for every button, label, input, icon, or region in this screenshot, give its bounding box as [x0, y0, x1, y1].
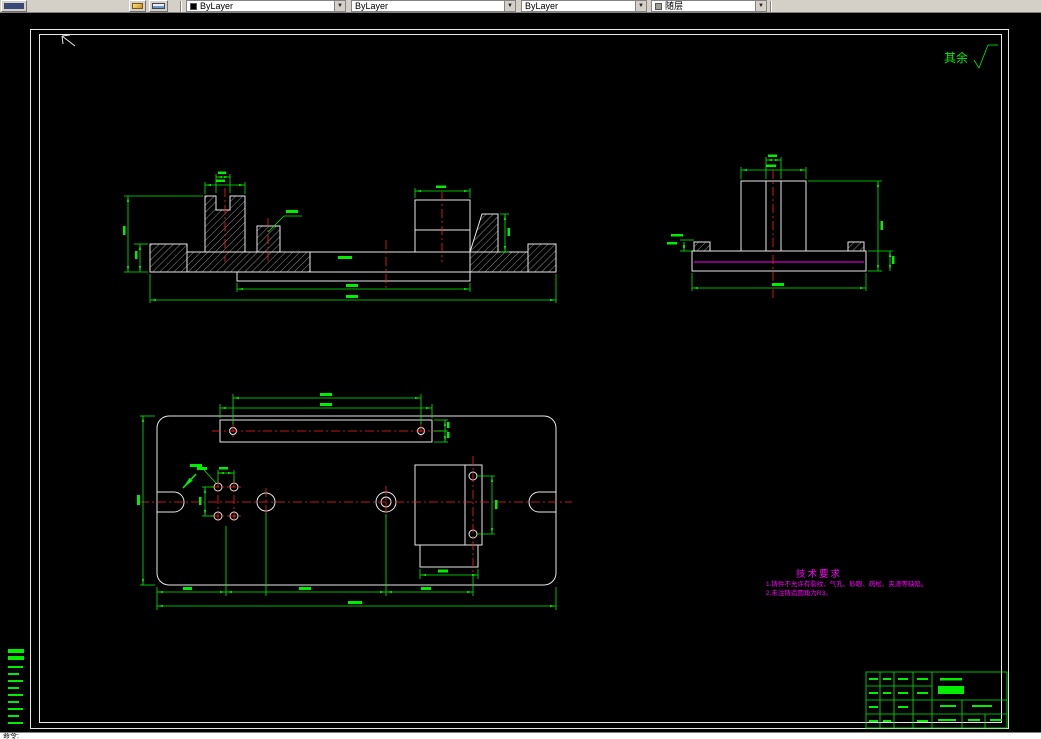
tech-req-line-1: 1.铸件不允许有裂纹、气孔、砂眼、疏松、夹渣等缺陷。 — [766, 581, 928, 588]
sheet-frame — [30, 29, 1009, 729]
layers-icon — [152, 3, 165, 9]
command-line[interactable]: 命令: — [0, 732, 1041, 739]
side-view[interactable] — [667, 154, 895, 300]
tech-req-line-2: 2.未注铸造圆角为R3。 — [766, 590, 832, 597]
plan-view-dimensions — [137, 393, 557, 610]
make-layer-current-button[interactable] — [129, 0, 146, 12]
chevron-down-icon[interactable]: ▼ — [635, 1, 646, 11]
surface-finish-note: 其余 — [944, 44, 998, 69]
drawing-canvas[interactable]: 其余 — [0, 0, 1041, 739]
title-block — [865, 671, 1008, 729]
lineweight-control-value: ByLayer — [525, 1, 559, 11]
chevron-down-icon[interactable]: ▼ — [504, 1, 515, 11]
tech-req-title: 技术要求 — [796, 569, 843, 580]
object-properties-toolbar: ByLayer ▼ ByLayer ▼ ByLayer ▼ 随层 ▼ — [0, 0, 1041, 13]
plot-style-control[interactable]: 随层 ▼ — [651, 0, 767, 12]
surface-note-text: 其余 — [944, 50, 968, 65]
linetype-control[interactable]: ByLayer ▼ — [351, 0, 516, 12]
toolbar-separator — [180, 1, 182, 12]
toolbar-icon — [4, 3, 24, 9]
color-control[interactable]: ByLayer ▼ — [186, 0, 346, 12]
roughness-symbol-icon — [973, 44, 989, 69]
lineweight-control[interactable]: ByLayer ▼ — [521, 0, 647, 12]
command-prompt: 命令: — [3, 733, 19, 739]
front-view[interactable] — [123, 171, 557, 304]
toolbar-button-left[interactable] — [1, 0, 27, 12]
toolbar-separator — [770, 1, 772, 12]
title-block-name-highlight — [938, 686, 964, 694]
margin-marks — [8, 649, 24, 724]
layer-manager-button[interactable] — [149, 0, 168, 12]
color-swatch — [190, 2, 197, 10]
technical-requirements: 技术要求 1.铸件不允许有裂纹、气孔、砂眼、疏松、夹渣等缺陷。 2.未注铸造圆角… — [766, 566, 956, 598]
color-control-value: ByLayer — [200, 1, 234, 11]
linetype-control-value: ByLayer — [355, 1, 389, 11]
app-window: ByLayer ▼ ByLayer ▼ ByLayer ▼ 随层 ▼ 其余 技术… — [0, 0, 1041, 739]
chevron-down-icon[interactable]: ▼ — [755, 1, 766, 11]
plan-view[interactable] — [137, 393, 572, 610]
cursor-artifact — [61, 34, 76, 47]
chevron-down-icon[interactable]: ▼ — [334, 1, 345, 11]
plot-style-swatch — [655, 2, 662, 10]
layer-current-icon — [132, 3, 143, 9]
plot-style-control-value: 随层 — [665, 1, 684, 11]
